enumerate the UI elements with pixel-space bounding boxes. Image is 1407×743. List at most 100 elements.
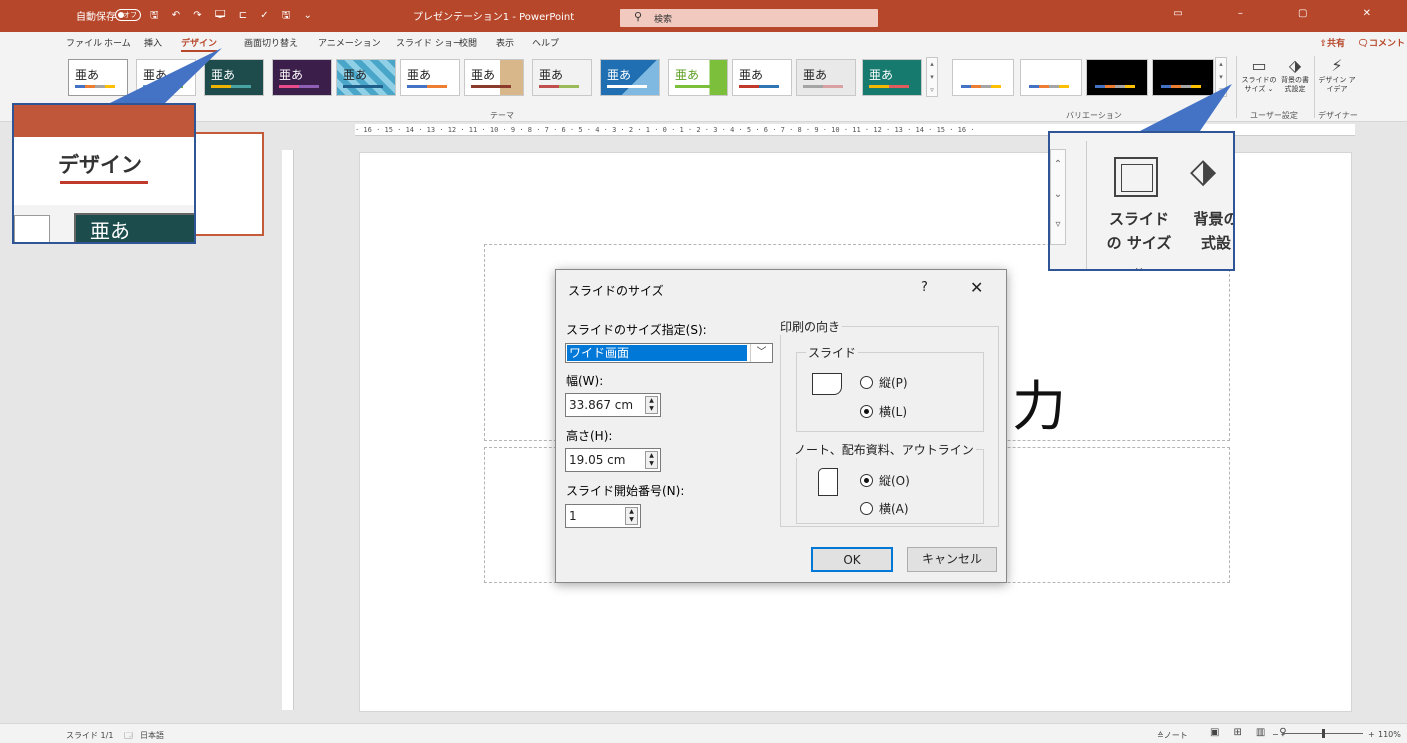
theme-thumb-6[interactable]: 亜あ: [400, 59, 460, 96]
slide-size-value: ワイド画面: [567, 345, 747, 361]
search-icon: ⚲: [634, 10, 643, 23]
callout-design-tab-zoom: デザイン 亜あ: [12, 103, 196, 244]
variant-thumb-4[interactable]: [1152, 59, 1214, 96]
variant-gallery-scroll[interactable]: ▴ ▾ ▿: [1215, 57, 1227, 97]
document-title: プレゼンテーション1 - PowerPoint: [413, 12, 575, 23]
notes-landscape-radio[interactable]: 横(A): [860, 500, 909, 517]
title-bar: 自動保存 オフ 🖫 ↶ ↷ 🖵 ⊏ ✓ 🖫 ⌄ プレゼンテーション1 - Pow…: [0, 0, 1407, 32]
comment-icon: 🗨: [1357, 39, 1369, 49]
landscape-page-icon: [812, 373, 842, 395]
status-bar: スライド 1/1 🗔 日本語 ≙ノート ▣⊞▥♀ − + 110%: [0, 723, 1407, 743]
group-label-user: ユーザー設定: [1250, 111, 1298, 120]
chevron-down-icon[interactable]: ﹀: [750, 344, 772, 362]
theme-thumb-12[interactable]: 亜あ: [796, 59, 856, 96]
group-label-variants: バリエーション: [1066, 111, 1122, 120]
slides-landscape-radio[interactable]: 横(L): [860, 403, 907, 420]
accessibility-icon[interactable]: 🗔: [124, 730, 133, 743]
start-number-label: スライド開始番号(N):: [566, 484, 685, 498]
theme-thumb-4[interactable]: 亜あ: [272, 59, 332, 96]
zoom-slider-handle[interactable]: [1322, 729, 1325, 738]
portrait-page-icon: [818, 468, 838, 496]
format-background-button[interactable]: ⬗ 背景の書 式設定: [1280, 56, 1310, 94]
slide-size-select[interactable]: ワイド画面 ﹀: [565, 343, 773, 363]
zoom-out-button[interactable]: −: [1272, 730, 1279, 739]
share-button[interactable]: ⇪共有: [1319, 36, 1345, 49]
width-spinner[interactable]: ▲ ▼: [645, 396, 658, 414]
callout-theme-thumb: 亜あ: [74, 213, 194, 242]
zoom-level[interactable]: 110%: [1378, 730, 1401, 739]
ribbon-separator: [1236, 56, 1237, 118]
tab-transitions[interactable]: 画面切り替え: [244, 36, 298, 49]
height-label: 高さ(H):: [566, 429, 613, 443]
variant-thumb-2[interactable]: [1020, 59, 1082, 96]
width-label: 幅(W):: [566, 374, 604, 388]
height-input[interactable]: 19.05 cm ▲ ▼: [565, 448, 661, 472]
slide-size-dialog: スライドのサイズ ? ✕ スライドのサイズ指定(S): ワイド画面 ﹀ 幅(W)…: [555, 269, 1007, 583]
window-controls[interactable]: ▭ – ▢ ✕: [1173, 8, 1397, 19]
autosave-toggle[interactable]: オフ: [115, 9, 141, 21]
search-placeholder: 検索: [654, 15, 673, 25]
cancel-button[interactable]: キャンセル: [907, 547, 997, 572]
ribbon-tabs: ファイル ホーム 挿入 デザイン 画面切り替え アニメーション スライド ショー…: [0, 32, 1407, 52]
tab-design[interactable]: デザイン: [181, 36, 218, 52]
theme-thumb-9[interactable]: 亜あ: [600, 59, 660, 96]
zoom-in-button[interactable]: +: [1368, 730, 1375, 739]
help-button[interactable]: ?: [921, 280, 928, 295]
comment-button[interactable]: 🗨コメント: [1358, 36, 1405, 49]
group-label-designer: デザイナー: [1318, 111, 1358, 120]
tab-view[interactable]: 表示: [496, 36, 514, 49]
theme-thumb-10[interactable]: 亜あ: [668, 59, 728, 96]
share-icon: ⇪: [1319, 39, 1327, 49]
quick-access-icons[interactable]: 🖫 ↶ ↷ 🖵 ⊏ ✓ 🖫 ⌄: [150, 8, 317, 25]
slide-size-icon: [1114, 157, 1158, 197]
ribbon-separator: [1314, 56, 1315, 118]
theme-thumb-5[interactable]: 亜あ: [336, 59, 396, 96]
vertical-ruler: [282, 150, 294, 710]
tab-animations[interactable]: アニメーション: [318, 36, 381, 49]
start-number-spinner[interactable]: ▲ ▼: [625, 507, 638, 525]
theme-thumb-3[interactable]: 亜あ: [204, 59, 264, 96]
theme-thumb-7[interactable]: 亜あ: [464, 59, 524, 96]
notes-portrait-radio[interactable]: 縦(O): [860, 472, 910, 489]
slides-portrait-radio[interactable]: 縦(P): [860, 374, 908, 391]
powerpoint-window: 自動保存 オフ 🖫 ↶ ↷ 🖵 ⊏ ✓ 🖫 ⌄ プレゼンテーション1 - Pow…: [0, 0, 1407, 743]
callout-slide-size-label: スライドの サイズ ⌄: [1106, 210, 1172, 271]
design-ideas-button[interactable]: ⚡ デザイン アイデア: [1318, 56, 1356, 94]
dialog-title: スライドのサイズ: [568, 284, 664, 298]
start-number-input[interactable]: 1 ▲ ▼: [565, 504, 641, 528]
theme-thumb-office[interactable]: 亜あ: [68, 59, 128, 96]
theme-thumb-11[interactable]: 亜あ: [732, 59, 792, 96]
format-background-icon: ⬗: [1288, 56, 1302, 75]
slide-counter: スライド 1/1: [66, 731, 114, 740]
language-indicator[interactable]: 日本語: [140, 730, 164, 741]
width-input[interactable]: 33.867 cm ▲ ▼: [565, 393, 661, 417]
notes-button[interactable]: ≙ノート: [1157, 730, 1188, 741]
theme-thumb-13[interactable]: 亜あ: [862, 59, 922, 96]
slide-size-button[interactable]: ▭ スライドの サイズ ⌄: [1238, 56, 1280, 94]
orientation-label: 印刷の向き: [778, 318, 843, 335]
tab-file[interactable]: ファイル: [66, 36, 102, 49]
autosave-label: 自動保存: [76, 12, 116, 23]
slides-group-label: スライド: [806, 344, 859, 361]
ok-button[interactable]: OK: [811, 547, 893, 572]
callout-design-text: デザイン: [58, 153, 142, 177]
tab-help[interactable]: ヘルプ: [532, 36, 559, 49]
height-spinner[interactable]: ▲ ▼: [645, 451, 658, 469]
tab-slideshow[interactable]: スライド ショー: [396, 36, 462, 49]
tab-review[interactable]: 校閲: [459, 36, 477, 49]
tab-insert[interactable]: 挿入: [144, 36, 162, 49]
callout-format-bg-label: 背景の 式設: [1193, 210, 1235, 252]
size-select-label: スライドのサイズ指定(S):: [566, 323, 707, 337]
ribbon: 亜あ 亜あ 亜あ 亜あ 亜あ 亜あ 亜あ 亜あ 亜あ 亜あ 亜あ 亜あ 亜あ ▴…: [0, 52, 1407, 122]
callout-slide-size-zoom: ⌃ ⌄ ▿ ⬗ スライドの サイズ ⌄ 背景の 式設: [1048, 131, 1235, 271]
theme-thumb-8[interactable]: 亜あ: [532, 59, 592, 96]
notes-group-label: ノート、配布資料、アウトライン: [792, 441, 976, 458]
close-button[interactable]: ✕: [970, 278, 983, 297]
theme-thumb-2[interactable]: 亜あ: [136, 59, 196, 96]
variant-thumb-3[interactable]: [1086, 59, 1148, 96]
tab-home[interactable]: ホーム: [104, 36, 131, 49]
variant-thumb-1[interactable]: [952, 59, 1014, 96]
title-placeholder-text: 力: [1012, 375, 1066, 438]
search-box[interactable]: ⚲ 検索: [620, 9, 878, 27]
theme-gallery-scroll[interactable]: ▴ ▾ ▿: [926, 57, 938, 97]
